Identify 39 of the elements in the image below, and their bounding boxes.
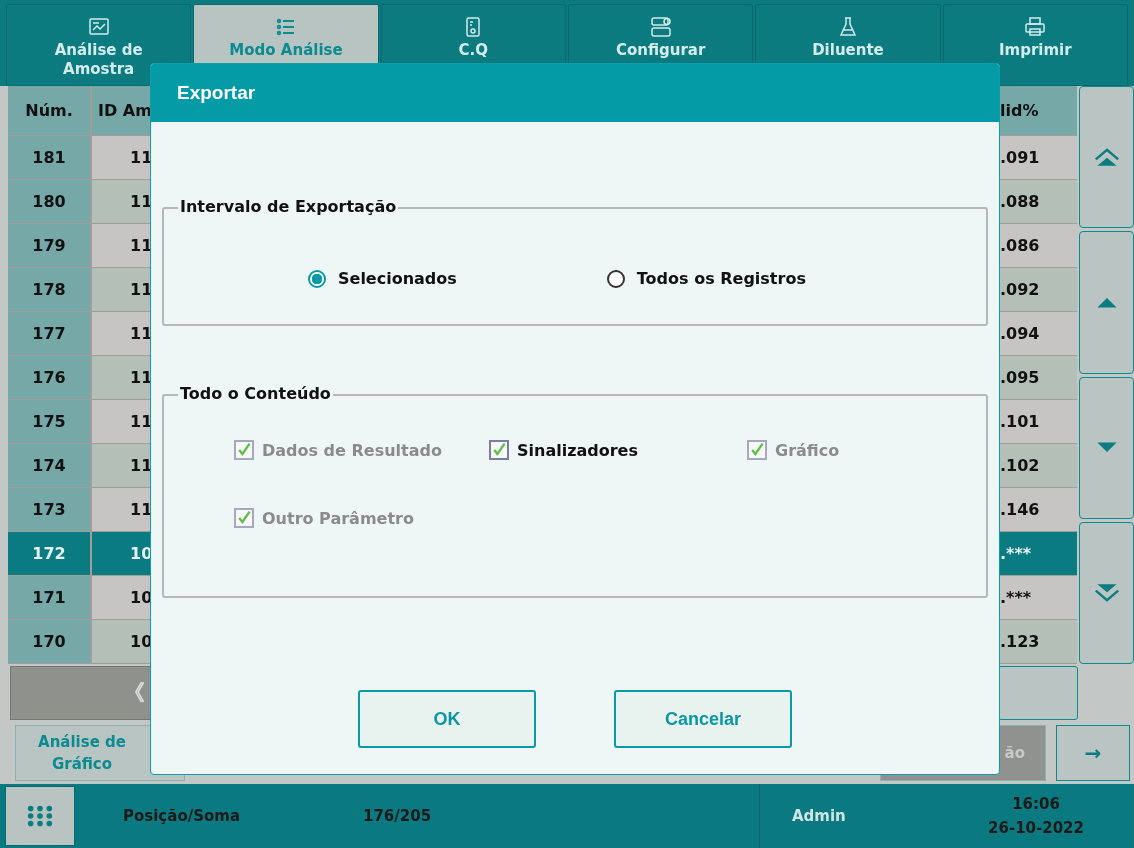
printer-icon <box>1023 15 1048 39</box>
column-header: Núm. <box>24 100 74 122</box>
scroll-button[interactable] <box>1079 86 1134 229</box>
position-label: Posição/Soma <box>123 807 242 825</box>
radio-option[interactable]: Selecionados <box>308 269 457 288</box>
table-cell: 170 <box>8 620 90 663</box>
next-button[interactable]: → <box>1056 725 1130 781</box>
next-page-button[interactable] <box>998 666 1078 720</box>
settings-icon <box>648 15 673 39</box>
table-cell: 178 <box>8 268 90 311</box>
scroll-button[interactable] <box>1079 521 1134 664</box>
table-cell: 171 <box>8 576 90 619</box>
table-cell: 181 <box>8 136 90 179</box>
menu-button[interactable] <box>5 786 75 846</box>
menu-icon <box>26 804 54 828</box>
scroll-button[interactable] <box>1079 376 1134 519</box>
table-cell: 172 <box>8 532 90 575</box>
table-cell: 179 <box>8 224 90 267</box>
toolbar-tab[interactable]: Imprimir <box>942 4 1128 86</box>
checkbox-label: Outro Parâmetro <box>262 508 414 528</box>
radio-button[interactable] <box>606 269 625 288</box>
group-title: Intervalo de Exportação <box>178 197 399 216</box>
ok-button[interactable]: OK <box>358 690 536 748</box>
clock-date: 26-10-2022 <box>988 819 1084 837</box>
toolbar-tab[interactable]: Análise de Amostra <box>6 4 192 86</box>
scroll-button[interactable] <box>1079 231 1134 374</box>
table-cell: 174 <box>8 444 90 487</box>
radio-button[interactable] <box>308 269 326 288</box>
user-name: Admin <box>792 807 846 825</box>
table-cell: 173 <box>8 488 90 531</box>
option-label: Selecionados <box>338 269 457 288</box>
table-cell: 175 <box>8 400 90 443</box>
table-cell: 176 <box>8 356 90 399</box>
table-cell: 180 <box>8 180 90 223</box>
table-cell: 177 <box>8 312 90 355</box>
clock-time: 16:06 <box>1012 795 1060 813</box>
position-value: 176/205 <box>363 807 432 825</box>
cancel-button[interactable]: Cancelar <box>614 690 792 748</box>
checkbox[interactable] <box>489 440 509 460</box>
